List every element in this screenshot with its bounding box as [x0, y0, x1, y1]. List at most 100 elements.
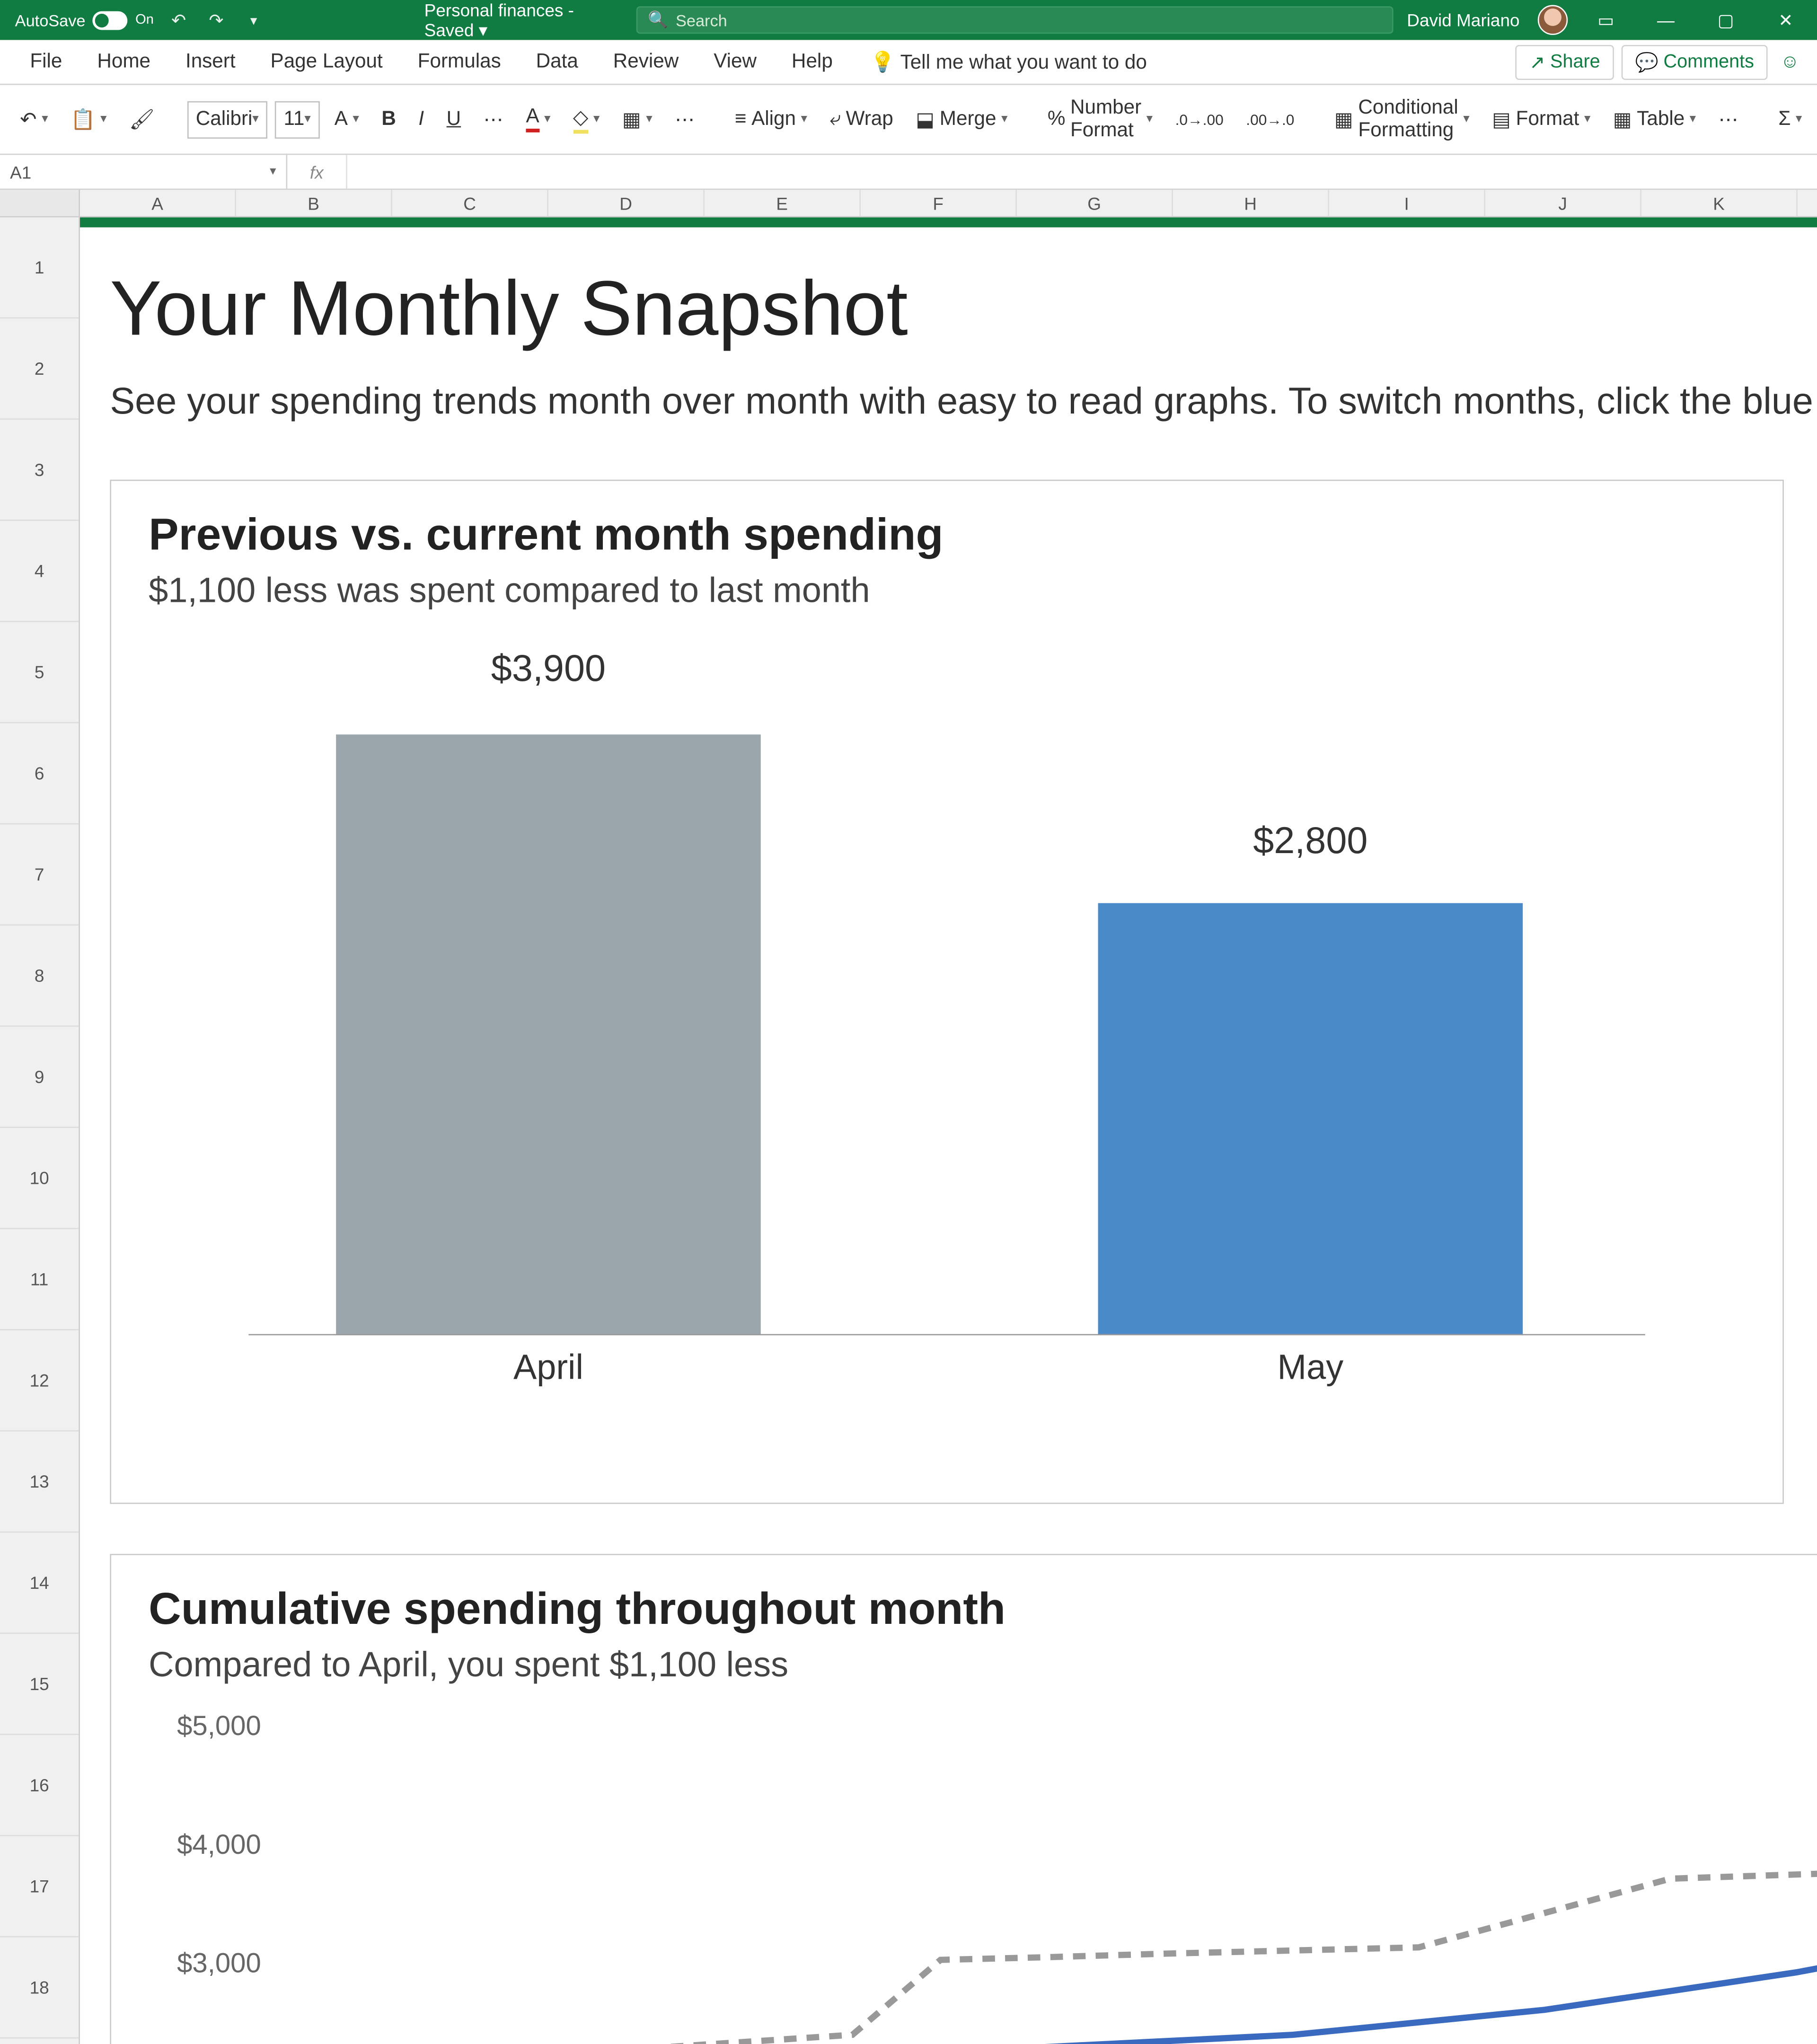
qat-dropdown-icon[interactable]: ▾: [241, 8, 266, 33]
table-button[interactable]: ▦ Table▾: [1605, 99, 1703, 139]
menu-home[interactable]: Home: [79, 43, 168, 80]
col-header-G[interactable]: G: [1017, 190, 1173, 216]
row-header-8[interactable]: 8: [0, 925, 79, 1027]
row-header-5[interactable]: 5: [0, 622, 79, 723]
col-header-K[interactable]: K: [1641, 190, 1798, 216]
bar-label-may: May: [1098, 1348, 1523, 1388]
font-color-icon[interactable]: A▾: [519, 99, 558, 139]
fx-icon[interactable]: fx: [287, 155, 347, 188]
name-box[interactable]: A1▾: [0, 155, 287, 188]
row-header-13[interactable]: 13: [0, 1431, 79, 1533]
toggle-icon[interactable]: [93, 10, 128, 29]
page-subtitle: See your spending trends month over mont…: [110, 376, 1817, 429]
paste-icon[interactable]: 📋▾: [63, 99, 114, 139]
col-header-L[interactable]: L: [1798, 190, 1817, 216]
align-button[interactable]: ≡ Align▾: [727, 99, 815, 139]
card3-title: Cumulative spending throughout month: [149, 1583, 1817, 1635]
search-box[interactable]: 🔍 Search: [637, 6, 1393, 34]
document-title[interactable]: Personal finances - Saved ▾: [424, 0, 612, 41]
borders-icon[interactable]: ▦▾: [615, 99, 660, 139]
minimize-icon[interactable]: —: [1645, 0, 1687, 40]
decrease-decimal-icon[interactable]: .00→.0: [1238, 99, 1302, 139]
user-name[interactable]: David Mariano: [1407, 10, 1519, 30]
redo-icon[interactable]: ↷: [203, 8, 229, 33]
menu-page-layout[interactable]: Page Layout: [253, 43, 400, 80]
bulb-icon: 💡: [870, 52, 895, 73]
underline-icon[interactable]: U: [439, 99, 468, 139]
row-header-19[interactable]: 19: [0, 2038, 79, 2044]
format-button[interactable]: ▤ Format▾: [1484, 99, 1598, 139]
select-all-cell[interactable]: [0, 190, 80, 216]
col-header-C[interactable]: C: [392, 190, 548, 216]
number-format-button[interactable]: % Number Format▾: [1040, 99, 1160, 139]
font-size-stepper-icon[interactable]: A▾: [327, 99, 367, 139]
page-title: Your Monthly Snapshot: [110, 265, 1817, 353]
row-header-4[interactable]: 4: [0, 521, 79, 622]
menu-file[interactable]: File: [12, 43, 79, 80]
row-header-12[interactable]: 12: [0, 1330, 79, 1432]
comments-button[interactable]: 💬Comments: [1622, 44, 1768, 79]
undo-split-icon[interactable]: ↶▾: [12, 99, 55, 139]
row-header-2[interactable]: 2: [0, 318, 79, 420]
row-header-15[interactable]: 15: [0, 1634, 79, 1735]
font-size-combo[interactable]: 11▾: [275, 101, 319, 138]
row-header-9[interactable]: 9: [0, 1027, 79, 1128]
conditional-formatting-button[interactable]: ▦ Conditional Formatting▾: [1327, 99, 1477, 139]
col-header-A[interactable]: A: [80, 190, 236, 216]
font-name-combo[interactable]: Calibri▾: [187, 101, 267, 138]
share-icon: ↗: [1529, 51, 1545, 73]
autosave-state: On: [135, 12, 154, 27]
comments-label: Comments: [1664, 51, 1754, 72]
merge-button[interactable]: ⬓ Merge▾: [908, 99, 1015, 139]
autosum-icon[interactable]: Σ▾: [1771, 99, 1809, 139]
emoji-button[interactable]: ☺: [1775, 44, 1805, 79]
col-header-I[interactable]: I: [1329, 190, 1485, 216]
col-header-E[interactable]: E: [705, 190, 861, 216]
formula-input[interactable]: [347, 155, 1817, 188]
format-painter-icon[interactable]: 🖌: [122, 99, 162, 139]
share-button[interactable]: ↗Share: [1516, 44, 1614, 79]
row-header-14[interactable]: 14: [0, 1533, 79, 1634]
formula-bar: A1▾ fx: [0, 155, 1817, 190]
menu-help[interactable]: Help: [774, 43, 850, 80]
menu-review[interactable]: Review: [596, 43, 696, 80]
col-header-H[interactable]: H: [1173, 190, 1329, 216]
row-header-16[interactable]: 16: [0, 1735, 79, 1836]
col-header-J[interactable]: J: [1485, 190, 1641, 216]
more-styles-icon[interactable]: ⋯: [1711, 99, 1746, 139]
tell-me[interactable]: 💡 Tell me what you want to do: [853, 42, 1164, 81]
ytick-4000: $4,000: [177, 1829, 261, 1861]
row-header-7[interactable]: 7: [0, 824, 79, 925]
col-header-D[interactable]: D: [548, 190, 705, 216]
row-header-1[interactable]: 1: [0, 217, 79, 318]
row-header-3[interactable]: 3: [0, 420, 79, 521]
col-header-F[interactable]: F: [861, 190, 1017, 216]
close-icon[interactable]: ✕: [1764, 0, 1807, 40]
row-header-18[interactable]: 18: [0, 1938, 79, 2039]
ribbon-mode-icon[interactable]: ▭: [1585, 0, 1627, 40]
menu-view[interactable]: View: [696, 43, 774, 80]
card1-title: Previous vs. current month spending: [149, 508, 1745, 561]
avatar[interactable]: [1537, 5, 1567, 35]
row-header-10[interactable]: 10: [0, 1128, 79, 1229]
more-icon[interactable]: ⋯: [667, 99, 702, 139]
search-placeholder: Search: [676, 10, 727, 29]
more-font-icon[interactable]: ⋯: [476, 99, 511, 139]
maximize-icon[interactable]: ▢: [1704, 0, 1747, 40]
wrap-button[interactable]: ⤶ Wrap: [822, 99, 901, 139]
increase-decimal-icon[interactable]: .0→.00: [1168, 99, 1231, 139]
italic-icon[interactable]: I: [411, 99, 432, 139]
row-header-6[interactable]: 6: [0, 723, 79, 825]
fill-color-icon[interactable]: ◇▾: [565, 99, 607, 139]
row-header-11[interactable]: 11: [0, 1229, 79, 1330]
bold-icon[interactable]: B: [374, 99, 403, 139]
worksheet[interactable]: Your Monthly Snapshot See your spending …: [80, 217, 1817, 2044]
menu-data[interactable]: Data: [519, 43, 596, 80]
row-header-17[interactable]: 17: [0, 1836, 79, 1938]
menu-formulas[interactable]: Formulas: [400, 43, 519, 80]
menu-insert[interactable]: Insert: [168, 43, 253, 80]
accent-bar: [80, 217, 1817, 227]
autosave-toggle[interactable]: AutoSave On: [15, 10, 154, 29]
col-header-B[interactable]: B: [236, 190, 392, 216]
undo-icon[interactable]: ↶: [166, 8, 191, 33]
